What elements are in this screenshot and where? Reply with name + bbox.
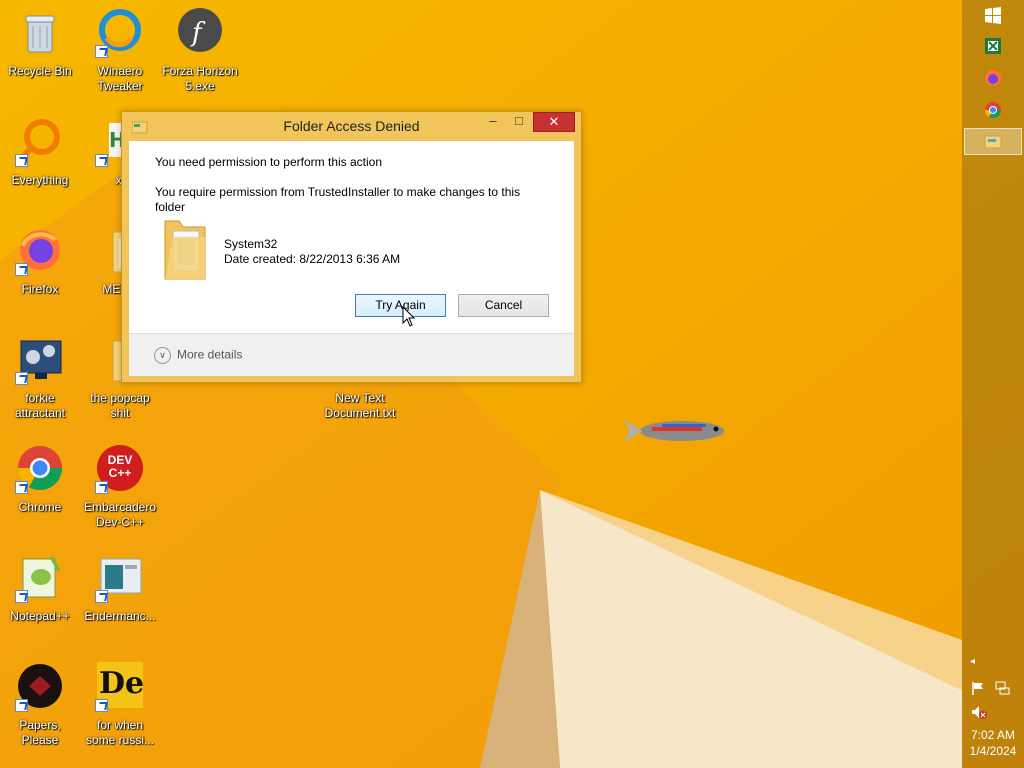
tray-clock[interactable]: 7:02 AM 1/4/2024 bbox=[962, 727, 1024, 759]
devcpp-logo-text: DEV C++ bbox=[107, 453, 133, 480]
shortcut-arrow-icon bbox=[15, 154, 28, 167]
desktop-icon-label: Chrome bbox=[18, 500, 62, 514]
close-button[interactable]: ✕ bbox=[533, 112, 575, 132]
minimize-button[interactable]: – bbox=[480, 112, 506, 132]
desktop-icon-firefox[interactable]: Firefox bbox=[1, 226, 79, 297]
desktop-icon-label: Papers, Please bbox=[19, 718, 61, 747]
try-again-button[interactable]: Try Again bbox=[355, 294, 446, 317]
desktop-icon-forza-horizon[interactable]: f Forza Horizon 5.exe bbox=[161, 8, 239, 94]
recycle-bin-icon bbox=[15, 8, 65, 58]
desktop-icon-endermanch[interactable]: Endermanc... bbox=[81, 553, 159, 624]
desktop-icon-label: Winaero Tweaker bbox=[97, 64, 143, 93]
desktop-icon-label: Endermanc... bbox=[84, 609, 156, 623]
mouse-cursor-icon bbox=[402, 306, 416, 327]
de-logo-icon: De bbox=[95, 662, 145, 712]
devcpp-icon: DEV C++ bbox=[95, 444, 145, 494]
folder-access-denied-dialog: Folder Access Denied – □ ✕ You need perm… bbox=[121, 111, 582, 383]
chevron-down-icon: ∨ bbox=[154, 347, 171, 364]
dialog-footer: ∨ More details bbox=[129, 333, 574, 376]
shortcut-arrow-icon bbox=[15, 699, 28, 712]
shortcut-arrow-icon bbox=[95, 590, 108, 603]
maximize-button[interactable]: □ bbox=[506, 112, 532, 132]
everything-search-icon bbox=[15, 117, 65, 167]
desktop-icon-label: Everything bbox=[11, 173, 69, 187]
flash-player-icon: f bbox=[175, 8, 225, 58]
desktop-icon-chrome[interactable]: Chrome bbox=[1, 444, 79, 515]
application-window-icon bbox=[95, 553, 145, 603]
network-icon[interactable] bbox=[994, 680, 1010, 696]
shortcut-arrow-icon bbox=[15, 372, 28, 385]
desktop-icon-label: the popcap shit bbox=[90, 391, 150, 420]
desktop-icon-label: Embarcadero Dev-C++ bbox=[83, 500, 157, 529]
shortcut-arrow-icon bbox=[15, 590, 28, 603]
folder-date-created: Date created: 8/22/2013 6:36 AM bbox=[224, 252, 401, 266]
more-details-toggle[interactable]: ∨ More details bbox=[154, 347, 242, 364]
desktop-icon-label: Notepad++ bbox=[10, 609, 70, 623]
desktop-icon-recycle-bin[interactable]: Recycle Bin bbox=[1, 8, 79, 79]
chrome-icon[interactable] bbox=[983, 100, 1003, 120]
shortcut-arrow-icon bbox=[95, 45, 108, 58]
papers-please-icon bbox=[15, 662, 65, 712]
shortcut-arrow-icon bbox=[95, 154, 108, 167]
active-app-highlight[interactable] bbox=[964, 128, 1022, 155]
file-explorer-icon bbox=[984, 135, 1002, 149]
desktop-icon-everything[interactable]: Everything bbox=[1, 117, 79, 188]
desktop-icon-notepadpp[interactable]: Notepad++ bbox=[1, 553, 79, 624]
dialog-heading: You need permission to perform this acti… bbox=[155, 155, 383, 169]
desktop-icon-papers-please[interactable]: Papers, Please bbox=[1, 662, 79, 748]
volume-muted-icon[interactable] bbox=[970, 704, 988, 720]
firefox-icon bbox=[15, 226, 65, 276]
desktop-icon-devcpp[interactable]: DEV C++ Embarcadero Dev-C++ bbox=[81, 444, 159, 530]
desktop-icon-forkie-attractant[interactable]: forkie attractant bbox=[1, 335, 79, 421]
clock-time: 7:02 AM bbox=[970, 728, 1016, 742]
desktop-icon-label: forkie attractant bbox=[14, 391, 66, 420]
dialog-titlebar[interactable]: Folder Access Denied – □ ✕ bbox=[122, 112, 581, 141]
desktop-icon-label: New Text Document.txt bbox=[324, 391, 396, 420]
cancel-button[interactable]: Cancel bbox=[458, 294, 549, 317]
excel-icon[interactable] bbox=[983, 36, 1003, 56]
shortcut-arrow-icon bbox=[95, 699, 108, 712]
dialog-detail: You require permission from TrustedInsta… bbox=[155, 185, 521, 214]
desktop-icon-winaero-tweaker[interactable]: Winaero Tweaker bbox=[81, 8, 159, 94]
clock-date: 1/4/2024 bbox=[969, 744, 1017, 758]
firefox-icon[interactable] bbox=[983, 68, 1003, 88]
desktop-icon-label: for when some russi... bbox=[85, 718, 154, 747]
shortcut-arrow-icon bbox=[15, 263, 28, 276]
desktop-fish-decoration bbox=[624, 420, 724, 442]
action-center-flag-icon[interactable] bbox=[970, 680, 986, 696]
desktop-icon-label: Forza Horizon 5.exe bbox=[162, 64, 238, 93]
settings-monitor-icon bbox=[15, 335, 65, 385]
notepadpp-icon bbox=[15, 553, 65, 603]
shortcut-arrow-icon bbox=[15, 481, 28, 494]
windows-start-icon[interactable] bbox=[983, 6, 1003, 26]
desktop-icon-for-when[interactable]: De for when some russi... bbox=[81, 662, 159, 748]
dialog-content: You need permission to perform this acti… bbox=[129, 141, 574, 376]
vertical-taskbar: ◂ 7:02 AM 1/4/2024 bbox=[962, 0, 1024, 768]
more-details-label: More details bbox=[177, 347, 243, 362]
de-logo-text: De bbox=[99, 666, 145, 701]
show-hidden-icons-button[interactable]: ◂ bbox=[970, 656, 975, 667]
folder-icon bbox=[164, 220, 206, 280]
desktop-icon-label: Firefox bbox=[21, 282, 59, 296]
chrome-icon bbox=[15, 444, 65, 494]
winaero-tweaker-icon bbox=[95, 8, 145, 58]
folder-name: System32 bbox=[224, 237, 278, 251]
desktop-icon-label: Recycle Bin bbox=[8, 64, 72, 78]
shortcut-arrow-icon bbox=[95, 481, 108, 494]
